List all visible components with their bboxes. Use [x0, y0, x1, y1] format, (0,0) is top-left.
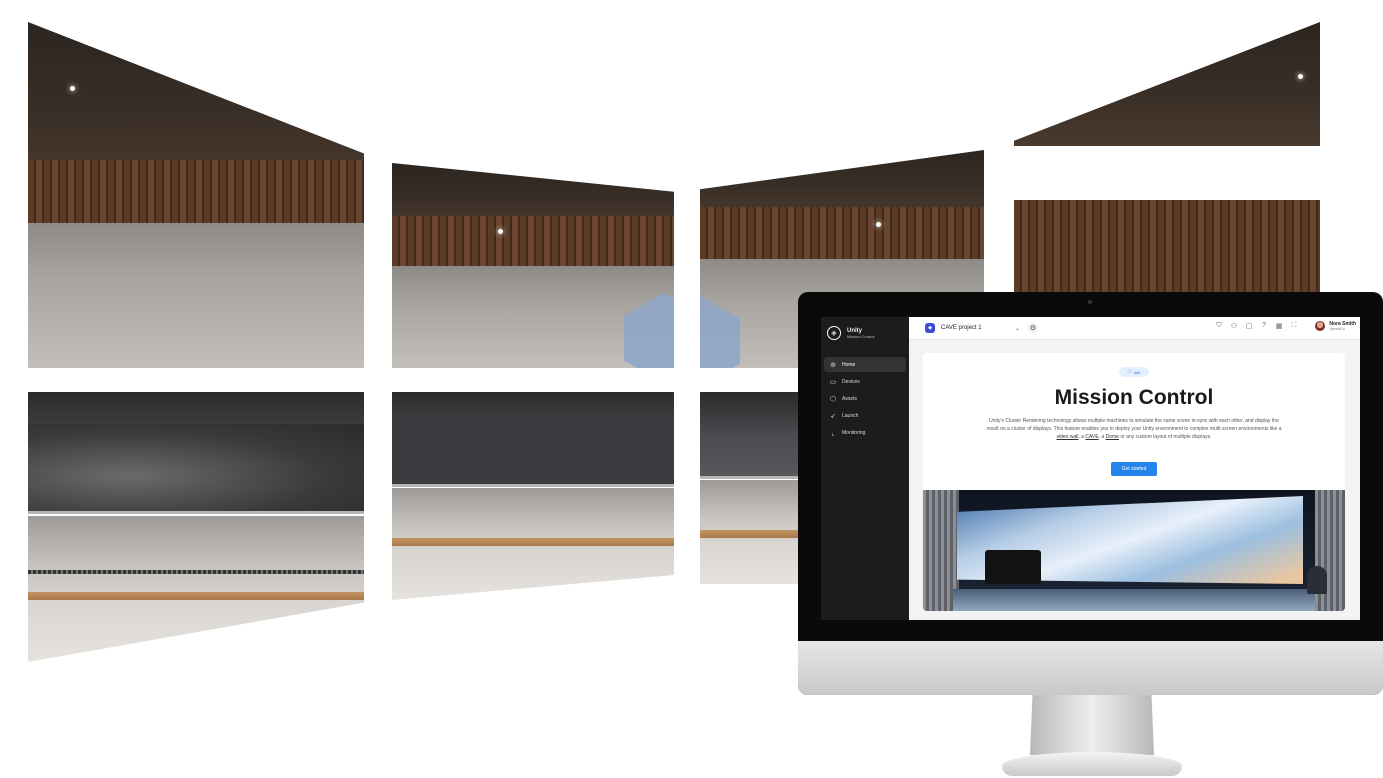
- camera-rig: [985, 550, 1041, 584]
- dome-link[interactable]: Dome: [1106, 434, 1119, 440]
- page-title: Mission Control: [1054, 386, 1214, 409]
- fullscreen-icon[interactable]: ⛶: [1290, 322, 1298, 330]
- sidebar-item-launch[interactable]: ➶ Launch: [824, 408, 906, 423]
- sidebar-item-assets[interactable]: ⬡ Assets: [824, 391, 906, 406]
- sidebar-item-monitoring[interactable]: ⌞ Monitoring: [824, 425, 906, 440]
- info-label: Info: [1133, 369, 1141, 375]
- chevron-down-icon[interactable]: ⌄: [1015, 325, 1020, 332]
- sidebar-item-label: Launch: [842, 412, 859, 419]
- cube-icon: ⬡: [829, 395, 837, 403]
- help-icon[interactable]: ?: [1260, 322, 1268, 330]
- description-text: , a: [1098, 434, 1106, 440]
- wall-panel-bottom-3: [700, 392, 804, 584]
- cave-link[interactable]: CAVE: [1085, 434, 1098, 440]
- avatar: [1315, 321, 1326, 331]
- user-org: VpnetCo: [1329, 325, 1345, 331]
- main-content: ⓘ Info Mission Control Unity's Cluster R…: [923, 353, 1345, 611]
- project-settings-icon[interactable]: ⚙: [1028, 323, 1039, 333]
- page-description: Unity's Cluster Rendering technology all…: [983, 417, 1285, 441]
- info-badge: ⓘ Info: [1119, 367, 1149, 377]
- brand-title: Unity: [847, 327, 862, 334]
- sidebar-nav: ⊕ Home ▭ Devices ⬡ Assets ➶ Launch ⌞ Mon…: [821, 357, 909, 440]
- sidebar-item-devices[interactable]: ▭ Devices: [824, 374, 906, 389]
- sidebar-item-home[interactable]: ⊕ Home: [824, 357, 906, 372]
- users-icon[interactable]: ⚇: [1230, 322, 1238, 330]
- description-text: or any custom layout of multiple display…: [1118, 434, 1212, 440]
- webcam: [1088, 300, 1092, 304]
- chart-icon: ⌞: [831, 429, 835, 437]
- topbar-icons: ⛉ ⚇ ▢ ? ▦ ⛶: [1215, 322, 1298, 330]
- project-icon: ◆: [925, 323, 935, 333]
- wall-panel-top-2: [392, 163, 674, 368]
- sidebar-item-label: Home: [842, 361, 856, 368]
- monitor-chin: [798, 641, 1383, 695]
- get-started-button[interactable]: Get started: [1111, 462, 1157, 476]
- wall-panel-top-1: [28, 22, 364, 368]
- rocket-icon: ➶: [830, 412, 836, 420]
- brand[interactable]: ◈ Unity Mission Control: [821, 317, 909, 349]
- description-text: Unity's Cluster Rendering technology all…: [986, 418, 1282, 432]
- app-screen: ◈ Unity Mission Control ⊕ Home ▭ Devices…: [821, 317, 1360, 620]
- hero-image: [923, 490, 1345, 611]
- video-wall-link[interactable]: video wall: [1056, 434, 1078, 440]
- wall-panel-top-4: [1014, 22, 1320, 292]
- brand-subtitle: Mission Control: [847, 333, 875, 339]
- monitor-base: [1002, 752, 1182, 776]
- chat-icon[interactable]: ▢: [1245, 322, 1253, 330]
- grid-icon[interactable]: ▦: [1275, 322, 1283, 330]
- unity-logo-icon: ◈: [827, 326, 841, 340]
- monitor-stand: [1030, 695, 1154, 755]
- user-menu[interactable]: Nora Smith VpnetCo: [1315, 321, 1356, 331]
- shield-icon[interactable]: ⛉: [1215, 322, 1223, 330]
- sidebar-item-label: Assets: [842, 395, 858, 402]
- devices-icon: ▭: [829, 378, 837, 386]
- wall-panel-bottom-1: [28, 392, 364, 662]
- globe-icon: ⊕: [830, 361, 836, 369]
- wall-panel-bottom-2: [392, 392, 674, 600]
- sidebar-item-label: Monitoring: [842, 429, 866, 436]
- topbar: ◆ CAVE project 1 ⌄ ⚙ ⛉ ⚇ ▢ ? ▦ ⛶ Nora Sm…: [909, 317, 1360, 340]
- stage-floor: [953, 589, 1315, 611]
- sidebar: ◈ Unity Mission Control ⊕ Home ▭ Devices…: [821, 317, 909, 620]
- info-icon: ⓘ: [1127, 369, 1132, 374]
- operator-figure: [1307, 566, 1327, 594]
- project-name[interactable]: CAVE project 1: [941, 325, 1011, 331]
- sidebar-item-label: Devices: [842, 378, 860, 385]
